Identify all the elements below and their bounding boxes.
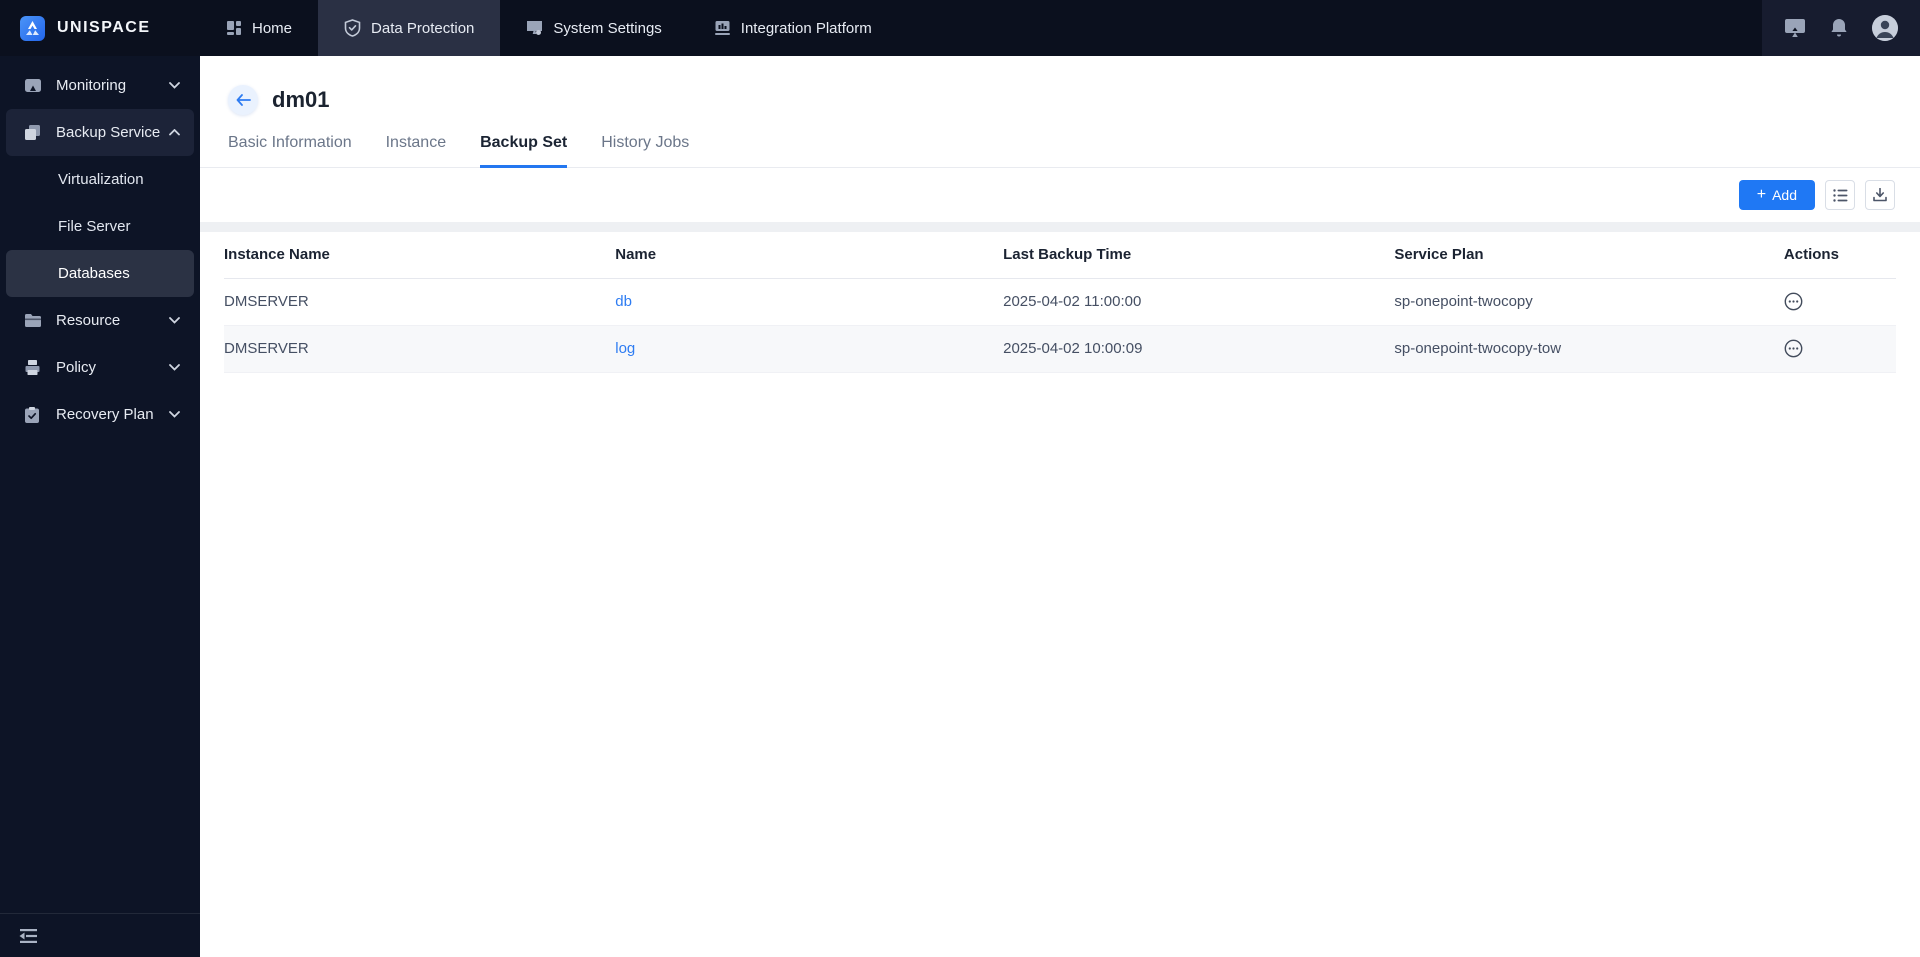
topnav-label: Home xyxy=(252,19,293,37)
topnav-item-system-settings[interactable]: System Settings xyxy=(500,0,687,56)
add-button[interactable]: + Add xyxy=(1738,180,1815,210)
top-navigation: Home Data Protection System Settings Int… xyxy=(200,0,898,56)
table-row: DMSERVER db 2025-04-02 11:00:00 sp-onepo… xyxy=(224,278,1896,326)
screen-share-icon xyxy=(24,78,42,94)
section-divider xyxy=(200,222,1920,232)
tab-history-jobs[interactable]: History Jobs xyxy=(601,134,689,167)
tab-basic-information[interactable]: Basic Information xyxy=(228,134,352,167)
user-avatar[interactable] xyxy=(1872,15,1898,41)
export-button[interactable] xyxy=(1865,180,1895,210)
sidebar: Monitoring Backup Service Virtualization… xyxy=(0,56,200,957)
table-header-row: Instance Name Name Last Backup Time Serv… xyxy=(224,232,1896,279)
sidebar-item-monitoring[interactable]: Monitoring xyxy=(6,62,194,109)
folder-icon xyxy=(24,313,42,328)
copy-icon xyxy=(24,124,42,141)
sidebar-item-label: Resource xyxy=(56,312,121,329)
row-actions-button[interactable] xyxy=(1784,292,1803,311)
backup-set-link[interactable]: db xyxy=(615,293,632,310)
topnav-label: Data Protection xyxy=(371,19,475,37)
tab-instance[interactable]: Instance xyxy=(386,134,446,167)
sidebar-item-databases[interactable]: Databases xyxy=(6,250,194,297)
chevron-down-icon xyxy=(169,364,180,371)
brand-name: UNISPACE xyxy=(57,19,151,36)
download-icon xyxy=(1873,188,1887,202)
page-title: dm01 xyxy=(272,87,330,112)
add-button-label: Add xyxy=(1772,187,1797,203)
cell-instance-name: DMSERVER xyxy=(224,325,616,373)
clipboard-check-icon xyxy=(24,406,42,424)
chevron-up-icon xyxy=(169,129,180,136)
column-header-actions: Actions xyxy=(1783,232,1896,279)
unispace-logo-icon xyxy=(20,15,45,41)
table-row: DMSERVER log 2025-04-02 10:00:09 sp-onep… xyxy=(224,325,1896,373)
plus-icon: + xyxy=(1756,186,1767,203)
sidebar-item-backup-service[interactable]: Backup Service xyxy=(6,109,194,156)
monitor-icon xyxy=(526,20,543,36)
sidebar-item-resource[interactable]: Resource xyxy=(6,297,194,344)
cell-service-plan: sp-onepoint-twocopy xyxy=(1394,278,1784,326)
brand-logo: UNISPACE xyxy=(0,0,200,56)
cell-instance-name: DMSERVER xyxy=(224,278,616,326)
back-button[interactable] xyxy=(228,85,258,115)
column-header-instance-name: Instance Name xyxy=(224,232,616,279)
topnav-item-data-protection[interactable]: Data Protection xyxy=(318,0,501,56)
column-settings-button[interactable] xyxy=(1825,180,1855,210)
sidebar-item-label: Backup Service xyxy=(56,124,161,141)
chevron-down-icon xyxy=(169,317,180,324)
more-circle-icon xyxy=(1784,292,1803,311)
sidebar-item-label: Policy xyxy=(56,359,97,376)
dashboard-icon xyxy=(226,20,242,36)
cell-service-plan: sp-onepoint-twocopy-tow xyxy=(1394,325,1784,373)
more-circle-icon xyxy=(1784,339,1803,358)
sidebar-item-virtualization[interactable]: Virtualization xyxy=(6,156,194,203)
topnav-item-integration-platform[interactable]: Integration Platform xyxy=(688,0,898,56)
list-icon xyxy=(1832,188,1848,202)
sidebar-item-label: Recovery Plan xyxy=(56,406,154,423)
chevron-down-icon xyxy=(169,411,180,418)
column-header-name: Name xyxy=(615,232,1004,279)
tab-bar: Basic Information Instance Backup Set Hi… xyxy=(200,134,1920,168)
sidebar-item-recovery-plan[interactable]: Recovery Plan xyxy=(6,391,194,438)
chart-board-icon xyxy=(714,20,731,36)
sidebar-item-file-server[interactable]: File Server xyxy=(6,203,194,250)
backup-set-table: Instance Name Name Last Backup Time Serv… xyxy=(200,232,1920,373)
message-icon[interactable] xyxy=(1784,18,1806,38)
backup-set-link[interactable]: log xyxy=(615,340,635,357)
table-toolbar: + Add xyxy=(200,168,1920,222)
sidebar-item-policy[interactable]: Policy xyxy=(6,344,194,391)
topbar: UNISPACE Home Data Protection System Set… xyxy=(0,0,1920,56)
topbar-right-section xyxy=(1762,0,1920,56)
tab-backup-set[interactable]: Backup Set xyxy=(480,134,568,168)
bell-icon[interactable] xyxy=(1830,18,1848,38)
sidebar-footer xyxy=(0,913,200,957)
collapse-sidebar-icon[interactable] xyxy=(18,928,38,944)
column-header-last-backup-time: Last Backup Time xyxy=(1003,232,1395,279)
cell-last-backup-time: 2025-04-02 11:00:00 xyxy=(1003,278,1395,326)
row-actions-button[interactable] xyxy=(1784,339,1803,358)
sidebar-item-label: Monitoring xyxy=(56,77,127,94)
chevron-down-icon xyxy=(169,82,180,89)
main-content: dm01 Basic Information Instance Backup S… xyxy=(200,56,1920,957)
shield-check-icon xyxy=(344,19,361,37)
topnav-item-home[interactable]: Home xyxy=(200,0,318,56)
topnav-label: System Settings xyxy=(553,19,662,37)
topnav-label: Integration Platform xyxy=(740,19,872,37)
arrow-left-icon xyxy=(236,94,251,106)
printer-icon xyxy=(24,359,42,376)
cell-last-backup-time: 2025-04-02 10:00:09 xyxy=(1003,325,1395,373)
column-header-service-plan: Service Plan xyxy=(1394,232,1784,279)
